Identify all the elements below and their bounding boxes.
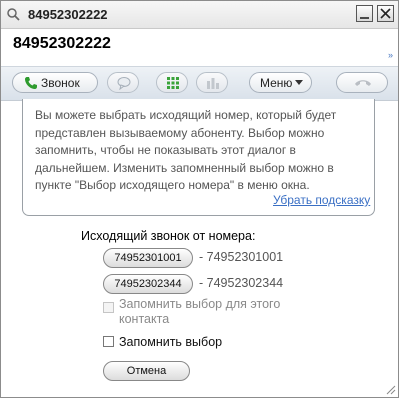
close-icon [380, 8, 391, 19]
dialpad-button[interactable] [156, 72, 188, 93]
stats-button[interactable] [196, 72, 228, 93]
bars-icon [207, 78, 219, 89]
window-title: 84952302222 [28, 7, 108, 22]
cancel-button[interactable]: Отмена [103, 361, 190, 381]
expand-chevron-icon[interactable]: » [388, 50, 393, 60]
minimize-button[interactable] [356, 5, 373, 22]
call-window: 84952302222 84952302222 » Звонок Меню Вы… [0, 0, 399, 398]
chat-button[interactable] [107, 72, 139, 93]
contact-name: 84952302222 [13, 35, 111, 52]
hide-hint-link[interactable]: Убрать подсказку [273, 193, 370, 207]
app-icon [7, 8, 20, 21]
hint-box: Вы можете выбрать исходящий номер, котор… [22, 99, 375, 216]
resize-grip-icon[interactable] [385, 384, 396, 395]
hangup-button[interactable] [336, 72, 388, 93]
outgoing-number-button-1[interactable]: 74952301001 [103, 248, 193, 268]
toolbar: Звонок Меню [1, 66, 398, 101]
hint-text: Вы можете выбрать исходящий номер, котор… [35, 108, 337, 192]
chat-bubble-icon [117, 77, 131, 90]
phone-icon [25, 77, 37, 89]
call-button[interactable]: Звонок [12, 72, 98, 93]
menu-button[interactable]: Меню [249, 72, 312, 93]
dropdown-arrow-icon [295, 80, 303, 85]
remember-choice-label: Запомнить выбор [119, 335, 223, 349]
remember-for-contact-label: Запомнить выбор для этого контакта [119, 297, 281, 326]
outgoing-title: Исходящий звонок от номера: [81, 229, 256, 243]
menu-button-label: Меню [260, 76, 293, 90]
title-bar[interactable]: 84952302222 [1, 1, 398, 29]
hangup-icon [355, 80, 371, 86]
outgoing-number-label-1: - 74952301001 [199, 250, 284, 264]
remember-for-contact-checkbox[interactable] [103, 302, 114, 313]
dialpad-icon [167, 77, 179, 89]
call-button-label: Звонок [41, 76, 80, 90]
minimize-icon [360, 17, 369, 19]
outgoing-number-label-2: - 74952302344 [199, 276, 284, 290]
close-button[interactable] [377, 5, 394, 22]
outgoing-number-button-2[interactable]: 74952302344 [103, 274, 193, 294]
remember-choice-checkbox[interactable] [103, 336, 114, 347]
